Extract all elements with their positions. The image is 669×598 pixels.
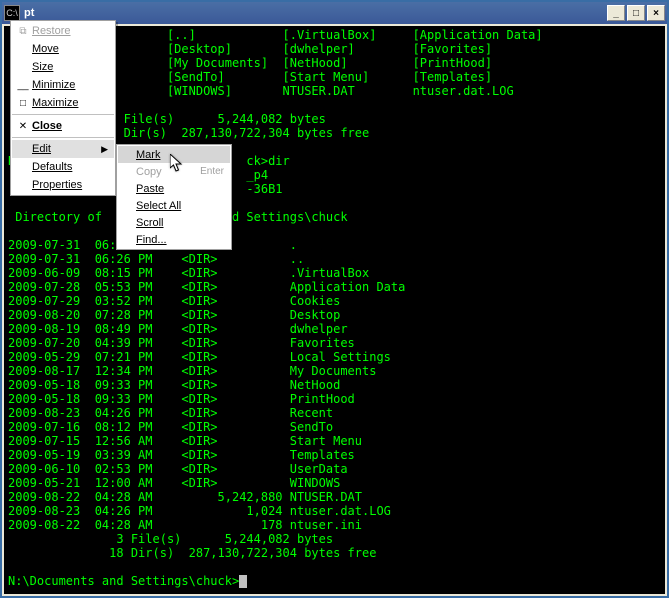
term-line: 2009-08-22 04:28 AM 178 ntuser.ini: [8, 518, 362, 532]
menu-defaults[interactable]: Defaults: [12, 158, 114, 176]
term-line: 2009-07-28 05:53 PM <DIR> Application Da…: [8, 280, 405, 294]
term-line: 2009-06-10 02:53 PM <DIR> UserData: [8, 462, 348, 476]
term-line: 2009-08-22 04:28 AM 5,242,880 NTUSER.DAT: [8, 490, 362, 504]
menu-label: Maximize: [32, 97, 78, 109]
menu-label: Properties: [32, 179, 82, 191]
menu-label: Minimize: [32, 79, 75, 91]
term-line: 2009-06-09 08:15 PM <DIR> .VirtualBox: [8, 266, 369, 280]
close-button[interactable]: ×: [647, 5, 665, 21]
menu-label: Close: [32, 120, 62, 132]
menu-separator: [12, 137, 114, 138]
menu-label: Select All: [136, 200, 181, 212]
submenu-select-all[interactable]: Select All: [118, 197, 230, 214]
menu-label: Paste: [136, 183, 164, 195]
menu-label: Size: [32, 61, 53, 73]
menu-restore: ⧉ Restore: [12, 22, 114, 40]
app-icon[interactable]: C:\: [4, 5, 20, 21]
term-line: 2009-07-31 06:26 PM <DIR> ..: [8, 252, 304, 266]
menu-label: Move: [32, 43, 59, 55]
shortcut-label: Enter: [200, 166, 224, 177]
term-line: 2009-08-23 04:26 PM 1,024 ntuser.dat.LOG: [8, 504, 391, 518]
menu-size[interactable]: Size: [12, 58, 114, 76]
term-line: 2009-08-19 08:49 PM <DIR> dwhelper: [8, 322, 348, 336]
menu-label: Restore: [32, 25, 71, 37]
term-line: 2009-08-20 07:28 PM <DIR> Desktop: [8, 308, 340, 322]
command-prompt-window: C:\ pt _ □ × [..] [.VirtualBox] [Applica…: [0, 0, 669, 598]
menu-minimize[interactable]: __ Minimize: [12, 76, 114, 94]
menu-label: Copy: [136, 166, 200, 178]
maximize-button[interactable]: □: [627, 5, 645, 21]
window-title: pt: [24, 7, 607, 19]
menu-properties[interactable]: Properties: [12, 176, 114, 194]
submenu-copy: Copy Enter: [118, 163, 230, 180]
menu-label: Scroll: [136, 217, 164, 229]
close-icon: ✕: [14, 121, 32, 132]
menu-label: Defaults: [32, 161, 72, 173]
menu-label: Mark: [136, 149, 160, 161]
term-line: 3 File(s) 5,244,082 bytes: [8, 532, 333, 546]
edit-submenu: Mark Copy Enter Paste Select All Scroll …: [116, 144, 232, 250]
text-cursor: [239, 575, 247, 588]
system-menu: ⧉ Restore Move Size __ Minimize □ Maximi…: [10, 20, 116, 196]
term-line: 2009-07-20 04:39 PM <DIR> Favorites: [8, 336, 355, 350]
menu-label: Find...: [136, 234, 167, 246]
term-line: 18 Dir(s) 287,130,722,304 bytes free: [8, 546, 376, 560]
restore-icon: ⧉: [14, 26, 32, 37]
menu-move[interactable]: Move: [12, 40, 114, 58]
chevron-right-icon: ▶: [101, 144, 108, 155]
term-line: 2009-05-29 07:21 PM <DIR> Local Settings: [8, 350, 391, 364]
term-line: 2009-05-19 03:39 AM <DIR> Templates: [8, 448, 355, 462]
menu-close[interactable]: ✕ Close: [12, 117, 114, 135]
term-line: 2009-05-18 09:33 PM <DIR> NetHood: [8, 378, 340, 392]
term-line: 2009-05-21 12:00 AM <DIR> WINDOWS: [8, 476, 340, 490]
maximize-icon: □: [14, 98, 32, 109]
minimize-button[interactable]: _: [607, 5, 625, 21]
term-prompt: N:\Documents and Settings\chuck>: [8, 574, 239, 588]
term-line: 2009-08-23 04:26 PM <DIR> Recent: [8, 406, 333, 420]
menu-edit[interactable]: Edit ▶: [12, 140, 114, 158]
term-line: 2009-07-29 03:52 PM <DIR> Cookies: [8, 294, 340, 308]
term-line: 2009-07-15 12:56 AM <DIR> Start Menu: [8, 434, 362, 448]
term-line: 2009-07-16 08:12 PM <DIR> SendTo: [8, 420, 333, 434]
submenu-find[interactable]: Find...: [118, 231, 230, 248]
submenu-scroll[interactable]: Scroll: [118, 214, 230, 231]
menu-separator: [12, 114, 114, 115]
submenu-paste[interactable]: Paste: [118, 180, 230, 197]
submenu-mark[interactable]: Mark: [118, 146, 230, 163]
term-line: 2009-08-17 12:34 PM <DIR> My Documents: [8, 364, 376, 378]
menu-label: Edit: [32, 143, 51, 155]
minimize-icon: __: [14, 80, 32, 91]
menu-maximize[interactable]: □ Maximize: [12, 94, 114, 112]
term-line: 2009-05-18 09:33 PM <DIR> PrintHood: [8, 392, 355, 406]
